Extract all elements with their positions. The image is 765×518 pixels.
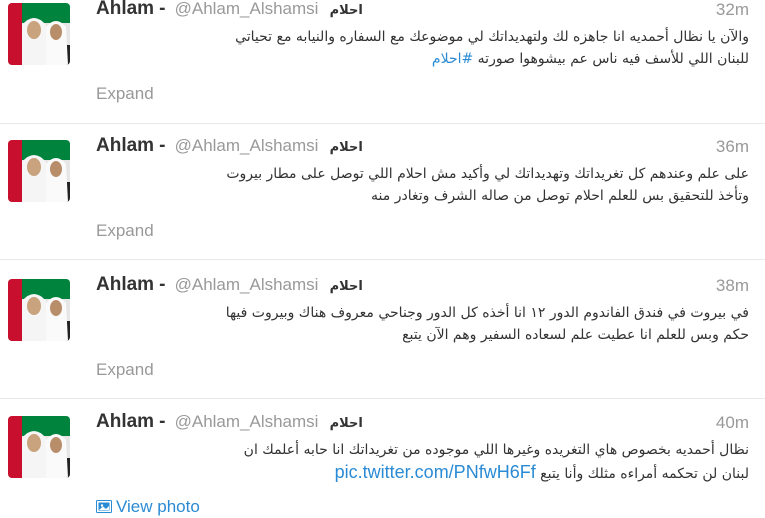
tweet-text-line: في بيروت في فندق الفاندوم الدور ١٢ انا أ… <box>225 305 749 321</box>
author-handle[interactable]: @Ahlam_Alshamsi <box>175 0 319 18</box>
tweet-header: Ahlam - @Ahlam_Alshamsi احلام <box>96 135 363 161</box>
photo-link[interactable]: pic.twitter.com/PNfwH6Ff <box>335 462 536 482</box>
tweet-text-line: للبنان اللي للأسف فيه ناس عم بيشوهوا صور… <box>96 48 749 70</box>
author-arabic-name: احلام <box>329 3 363 18</box>
timestamp[interactable]: 38m <box>716 276 749 296</box>
author-arabic-name: احلام <box>329 279 363 294</box>
tweet-header: Ahlam - @Ahlam_Alshamsi احلام <box>96 0 363 24</box>
avatar-image <box>8 140 70 202</box>
avatar[interactable] <box>8 279 70 341</box>
expand-link[interactable]: Expand <box>96 221 154 241</box>
author-handle[interactable]: @Ahlam_Alshamsi <box>175 136 319 155</box>
divider <box>0 259 765 260</box>
tweet-header: Ahlam - @Ahlam_Alshamsi احلام <box>96 411 363 437</box>
author-name[interactable]: Ahlam <box>96 0 154 19</box>
expand-link[interactable]: Expand <box>96 360 154 380</box>
tweet-text: نظال أحمديه بخصوص هاي التغريده وغيرها ال… <box>96 439 749 485</box>
tweet-header: Ahlam - @Ahlam_Alshamsi احلام <box>96 274 363 300</box>
tweet-text-line: وتأخذ للتحقيق بس للعلم احلام توصل من صال… <box>371 188 749 204</box>
timestamp[interactable]: 40m <box>716 413 749 433</box>
separator-dash: - <box>159 411 166 432</box>
expand-link[interactable]: Expand <box>96 84 154 104</box>
author-name[interactable]: Ahlam <box>96 274 154 295</box>
tweet-text-line: على علم وعندهم كل تغريداتك وتهديداتك لي … <box>226 166 749 182</box>
separator-dash: - <box>159 135 166 156</box>
tweet[interactable]: Ahlam - @Ahlam_Alshamsi احلام 40m نظال أ… <box>0 411 765 516</box>
avatar[interactable] <box>8 140 70 202</box>
timestamp[interactable]: 36m <box>716 137 749 157</box>
tweet-text: على علم وعندهم كل تغريداتك وتهديداتك لي … <box>96 163 749 207</box>
author-handle[interactable]: @Ahlam_Alshamsi <box>175 275 319 294</box>
divider <box>0 123 765 124</box>
author-name[interactable]: Ahlam <box>96 411 154 432</box>
photo-icon <box>96 498 112 518</box>
separator-dash: - <box>159 0 166 19</box>
tweet-text-segment: للبنان اللي للأسف فيه ناس عم بيشوهوا صور… <box>477 51 749 67</box>
timestamp[interactable]: 32m <box>716 0 749 20</box>
tweet-text-line: لبنان لن تحكمه أمراءه مثلك وأنا يتبع pic… <box>96 461 749 485</box>
avatar-image <box>8 416 70 478</box>
avatar[interactable] <box>8 3 70 65</box>
author-name[interactable]: Ahlam <box>96 135 154 156</box>
author-arabic-name: احلام <box>329 416 363 431</box>
tweet-text-line: حكم وبس للعلم انا عطيت علم لسعاده السفير… <box>402 327 749 343</box>
tweet-text-line: نظال أحمديه بخصوص هاي التغريده وغيرها ال… <box>243 442 749 458</box>
tweet[interactable]: Ahlam - @Ahlam_Alshamsi احلام 38m في بير… <box>0 274 765 396</box>
hashtag-link[interactable]: #احلام <box>432 51 473 67</box>
avatar-image <box>8 279 70 341</box>
tweet-text-line: والآن يا نظال أحمديه انا جاهزه لك ولتهدي… <box>235 29 749 45</box>
tweet-text-segment: لبنان لن تحكمه أمراءه مثلك وأنا يتبع <box>540 466 749 482</box>
tweet-text: في بيروت في فندق الفاندوم الدور ١٢ انا أ… <box>96 302 749 346</box>
avatar-image <box>8 3 70 65</box>
view-photo-label: View photo <box>116 497 200 516</box>
view-photo-link[interactable]: View photo <box>96 497 200 518</box>
author-handle[interactable]: @Ahlam_Alshamsi <box>175 412 319 431</box>
separator-dash: - <box>159 274 166 295</box>
author-arabic-name: احلام <box>329 140 363 155</box>
avatar[interactable] <box>8 416 70 478</box>
tweet[interactable]: Ahlam - @Ahlam_Alshamsi احلام 36m على عل… <box>0 135 765 257</box>
tweet-text: والآن يا نظال أحمديه انا جاهزه لك ولتهدي… <box>96 26 749 70</box>
tweet[interactable]: Ahlam - @Ahlam_Alshamsi احلام 32m والآن … <box>0 0 765 122</box>
divider <box>0 398 765 399</box>
